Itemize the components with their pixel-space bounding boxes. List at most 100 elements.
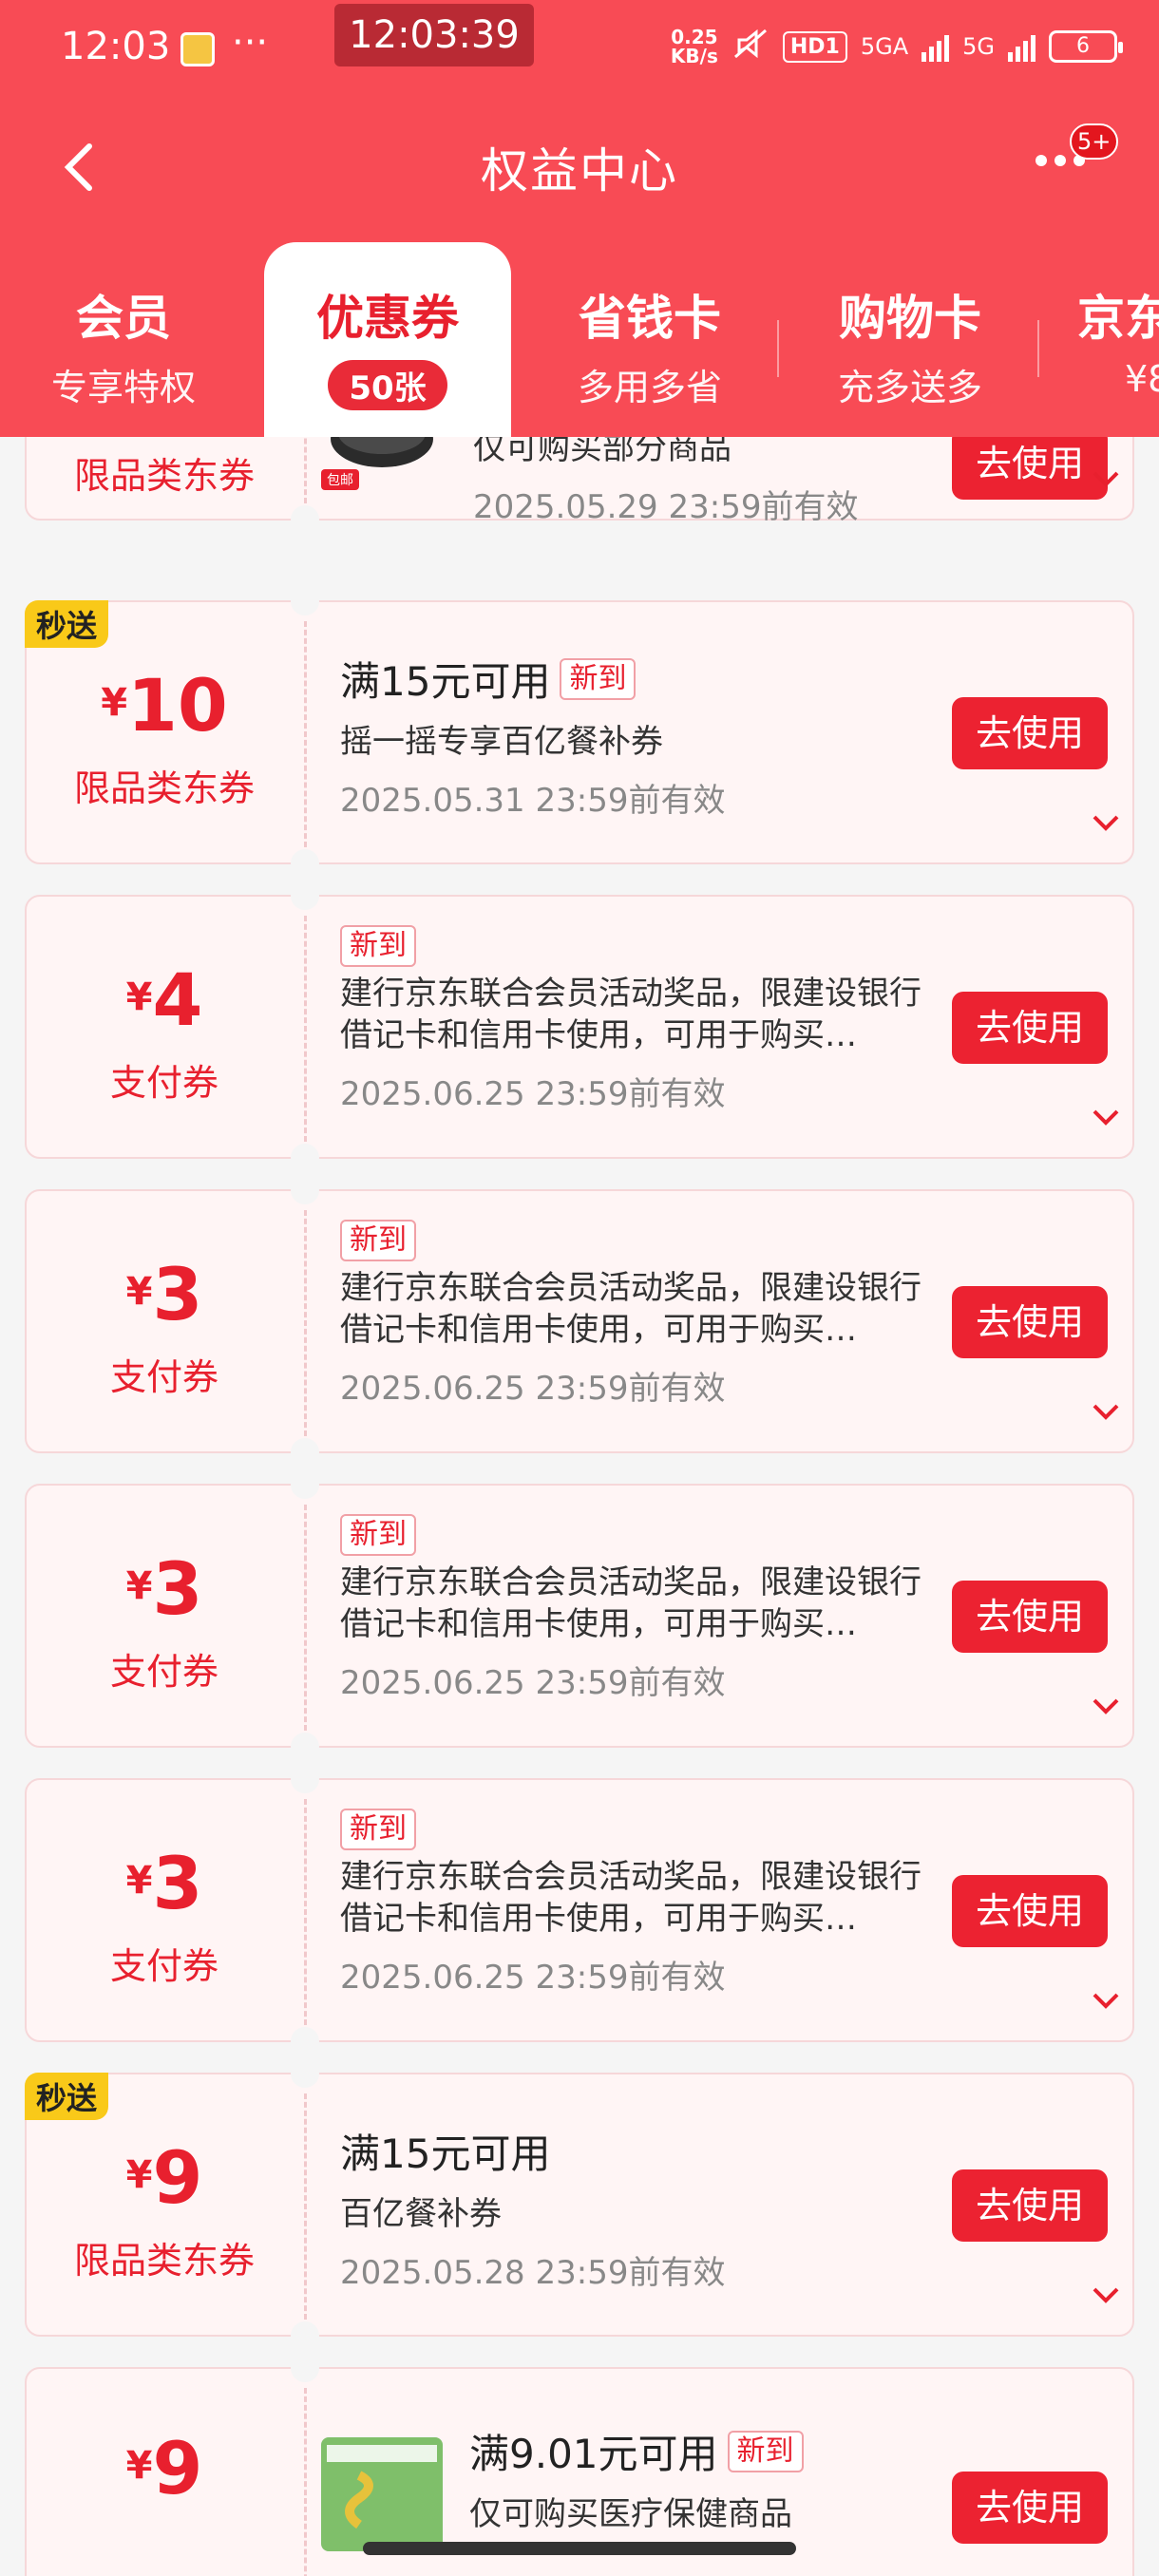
coupon-expiry: 2025.06.25 23:59前有效 bbox=[340, 1664, 726, 1702]
coupon-value-area: ¥3 支付券 bbox=[27, 1191, 302, 1451]
coupon-divider bbox=[304, 621, 307, 847]
coupon-info: 新到 建行京东联合会员活动奖品，限建设银行借记卡和信用卡使用，可用于购买… 20… bbox=[340, 1191, 948, 1451]
tab-coupons[interactable]: 优惠券 50张 bbox=[264, 242, 511, 437]
chevron-down-icon[interactable] bbox=[1091, 1402, 1121, 1421]
coupon-divider bbox=[304, 1799, 307, 2025]
coupon-expiry: 2025.06.25 23:59前有效 bbox=[340, 1370, 726, 1408]
coupon-info: 满15元可用 新到 摇一摇专享百亿餐补券 2025.05.31 23:59前有效 bbox=[340, 602, 948, 862]
chevron-down-icon[interactable] bbox=[1091, 1991, 1121, 2010]
coupon-expiry: 2025.06.25 23:59前有效 bbox=[340, 1959, 726, 1997]
more-notifications-icon: ··· bbox=[232, 21, 269, 65]
use-coupon-button[interactable]: 去使用 bbox=[952, 697, 1108, 769]
coupon-amount: 10 bbox=[127, 663, 228, 748]
coupon-value-area: ¥4 支付券 bbox=[27, 897, 302, 1157]
coupon-divider bbox=[304, 1505, 307, 1731]
coupon-expiry: 2025.05.31 23:59前有效 bbox=[340, 782, 726, 820]
health-product-image bbox=[321, 2437, 443, 2551]
hd-call-icon: HD1 bbox=[782, 30, 847, 63]
coupon-description: 建行京东联合会员活动奖品，限建设银行借记卡和信用卡使用，可用于购买… bbox=[340, 1563, 922, 1643]
coupon-type: 限品类东券 bbox=[73, 2240, 255, 2282]
use-coupon-button[interactable]: 去使用 bbox=[952, 2472, 1108, 2544]
header: 12:03 ··· 12:03:39 0.25 KB/s HD1 5GA 5G … bbox=[0, 0, 1159, 437]
use-coupon-button[interactable]: 去使用 bbox=[952, 992, 1108, 1064]
benefit-tabs: 会员 专享特权 优惠券 50张 省钱卡 多用多省 购物卡 充多送多 京东 ¥8 bbox=[0, 242, 1159, 437]
coupon-expiry: 2025.06.25 23:59前有效 bbox=[340, 1075, 726, 1113]
use-coupon-button[interactable]: 去使用 bbox=[952, 1875, 1108, 1947]
coupon-card[interactable]: ¥3 支付券 新到 建行京东联合会员活动奖品，限建设银行借记卡和信用卡使用，可用… bbox=[25, 1765, 1134, 2055]
tab-shopping-card[interactable]: 购物卡 充多送多 bbox=[787, 242, 1034, 437]
coupon-info: 新到 建行京东联合会员活动奖品，限建设银行借记卡和信用卡使用，可用于购买… 20… bbox=[340, 897, 948, 1157]
status-bar: 12:03 ··· 12:03:39 0.25 KB/s HD1 5GA 5G … bbox=[0, 0, 1159, 95]
chevron-down-icon[interactable] bbox=[1091, 2285, 1121, 2304]
svg-text:包邮: 包邮 bbox=[327, 472, 353, 487]
coupon-expiry: 2025.05.28 23:59前有效 bbox=[340, 2254, 726, 2292]
coupon-value-area: ¥3 支付券 bbox=[27, 1486, 302, 1746]
coupon-amount: 9 bbox=[152, 2426, 203, 2510]
coupon-info: 满15元可用 百亿餐补券 2025.05.28 23:59前有效 bbox=[340, 2074, 948, 2335]
new-badge: 新到 bbox=[560, 657, 636, 700]
screen-record-clock: 12:03:39 bbox=[334, 4, 534, 66]
coupon-amount: 3 bbox=[152, 1841, 203, 1925]
chevron-down-icon[interactable] bbox=[1091, 813, 1121, 832]
signal-icon bbox=[922, 31, 950, 62]
mute-icon bbox=[732, 27, 770, 66]
home-indicator[interactable] bbox=[363, 2542, 796, 2555]
coupon-card[interactable]: ¥4 支付券 新到 建行京东联合会员活动奖品，限建设银行借记卡和信用卡使用，可用… bbox=[25, 881, 1134, 1172]
coupon-description: 建行京东联合会员活动奖品，限建设银行借记卡和信用卡使用，可用于购买… bbox=[340, 1269, 922, 1349]
status-time: 12:03 bbox=[61, 25, 171, 68]
coupon-amount: 3 bbox=[152, 1546, 203, 1631]
chevron-down-icon[interactable] bbox=[1091, 1108, 1121, 1127]
coupon-divider bbox=[304, 2388, 307, 2576]
chevron-down-icon[interactable] bbox=[1091, 469, 1121, 488]
coupon-type: 支付券 bbox=[109, 1356, 218, 1398]
signal-5g-label: 5G bbox=[962, 33, 995, 60]
use-coupon-button[interactable]: 去使用 bbox=[952, 1286, 1108, 1358]
use-coupon-button[interactable]: 去使用 bbox=[952, 2169, 1108, 2242]
coupon-amount: 4 bbox=[152, 957, 203, 1042]
coupon-info: 新到 建行京东联合会员活动奖品，限建设银行借记卡和信用卡使用，可用于购买… 20… bbox=[340, 1780, 948, 2040]
coupon-description: 建行京东联合会员活动奖品，限建设银行借记卡和信用卡使用，可用于购买… bbox=[340, 975, 922, 1054]
signal-icon bbox=[1008, 31, 1036, 62]
coupon-description: 百亿餐补券 bbox=[340, 2195, 502, 2233]
coupon-amount: 9 bbox=[152, 2135, 203, 2220]
tab-saving-card[interactable]: 省钱卡 多用多省 bbox=[526, 242, 773, 437]
coupon-value-area: ¥9 bbox=[125, 2426, 203, 2510]
coupon-amount: 3 bbox=[152, 1252, 203, 1336]
new-badge: 新到 bbox=[340, 1809, 416, 1850]
status-indicators: 0.25 KB/s HD1 5GA 5G 6 bbox=[670, 26, 1123, 67]
coupon-condition: 满15元可用 新到 bbox=[340, 650, 948, 708]
coupon-card[interactable]: ¥3 支付券 新到 建行京东联合会员活动奖品，限建设银行借记卡和信用卡使用，可用… bbox=[25, 1470, 1134, 1761]
coupon-value-area: ¥3 支付券 bbox=[27, 1780, 302, 2040]
signal-5ga-label: 5GA bbox=[860, 33, 909, 60]
coupon-description: 摇一摇专享百亿餐补券 bbox=[340, 723, 663, 761]
chevron-down-icon[interactable] bbox=[1091, 1696, 1121, 1715]
coupon-condition: 满15元可用 bbox=[340, 2131, 551, 2177]
network-speed: 0.25 KB/s bbox=[670, 26, 718, 67]
message-count-badge: 5+ bbox=[1070, 123, 1119, 160]
use-coupon-button[interactable]: 去使用 bbox=[952, 1581, 1108, 1653]
tab-jd[interactable]: 京东 ¥8 bbox=[1045, 242, 1159, 437]
coupon-value-area: ¥10 限品类东券 bbox=[27, 602, 302, 862]
tab-member[interactable]: 会员 专享特权 bbox=[0, 242, 247, 437]
nav-bar: 权益中心 bbox=[0, 114, 1159, 218]
page-title: 权益中心 bbox=[481, 143, 678, 199]
use-coupon-button[interactable]: 去使用 bbox=[952, 427, 1108, 500]
coupon-card[interactable]: ¥3 支付券 新到 建行京东联合会员活动奖品，限建设银行借记卡和信用卡使用，可用… bbox=[25, 1176, 1134, 1467]
new-badge: 新到 bbox=[340, 1220, 416, 1261]
new-badge: 新到 bbox=[727, 2430, 804, 2472]
coupon-description: 建行京东联合会员活动奖品，限建设银行借记卡和信用卡使用，可用于购买… bbox=[340, 1858, 922, 1938]
notification-icon bbox=[180, 32, 215, 66]
coupon-divider bbox=[304, 1210, 307, 1436]
coupon-info: 新到 建行京东联合会员活动奖品，限建设银行借记卡和信用卡使用，可用于购买… 20… bbox=[340, 1486, 948, 1746]
battery-icon: 6 bbox=[1049, 30, 1123, 63]
coupon-type: 支付券 bbox=[109, 1062, 218, 1104]
coupon-type: 限品类东券 bbox=[73, 455, 255, 497]
coupon-divider bbox=[304, 2093, 307, 2320]
coupon-type: 支付券 bbox=[109, 1945, 218, 1987]
coupon-type: 支付券 bbox=[109, 1651, 218, 1693]
coupon-card[interactable]: 秒送 ¥10 限品类东券 满15元可用 新到 摇一摇专享百亿餐补券 2025.05… bbox=[25, 587, 1134, 878]
coupon-card[interactable]: 秒送 ¥9 限品类东券 满15元可用 百亿餐补券 2025.05.28 23:5… bbox=[25, 2059, 1134, 2350]
coupon-list[interactable]: 限品类东券 包邮 仅可购买部分商品 2025.05.29 23:59前有效 去使… bbox=[0, 418, 1159, 2576]
coupon-divider bbox=[304, 916, 307, 1142]
coupon-value-area: ¥9 限品类东券 bbox=[27, 2074, 302, 2335]
